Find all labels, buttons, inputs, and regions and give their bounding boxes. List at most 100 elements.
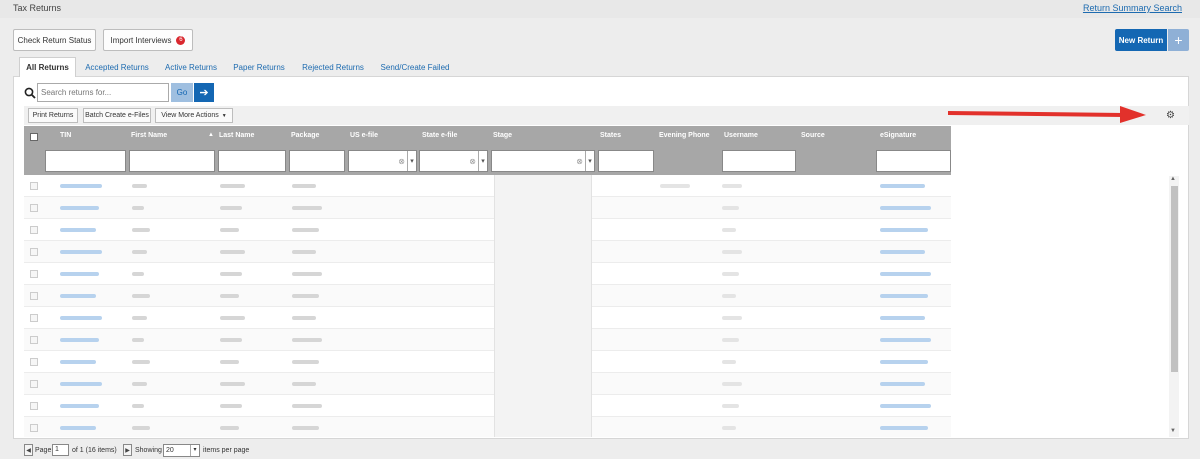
go-button[interactable]: Go bbox=[171, 83, 193, 102]
redacted-cell[interactable] bbox=[880, 206, 931, 210]
row-checkbox[interactable] bbox=[30, 402, 38, 410]
row-checkbox[interactable] bbox=[30, 292, 38, 300]
row-checkbox[interactable] bbox=[30, 314, 38, 322]
redacted-cell[interactable] bbox=[880, 272, 931, 276]
redacted-cell[interactable] bbox=[60, 294, 96, 298]
chevron-down-icon[interactable]: ▾ bbox=[407, 151, 416, 171]
return-summary-search-link[interactable]: Return Summary Search bbox=[1083, 3, 1182, 13]
state-efile-filter[interactable]: ⊗ ▾ bbox=[419, 150, 488, 172]
column-package[interactable]: Package bbox=[291, 132, 319, 139]
last-name-filter[interactable] bbox=[218, 150, 286, 172]
redacted-cell[interactable] bbox=[880, 338, 931, 342]
column-source[interactable]: Source bbox=[801, 132, 825, 139]
column-esignature[interactable]: eSignature bbox=[880, 132, 916, 139]
stage-filter[interactable]: ⊗ ▾ bbox=[491, 150, 595, 172]
tab-all-returns[interactable]: All Returns bbox=[19, 57, 76, 77]
row-checkbox[interactable] bbox=[30, 380, 38, 388]
row-checkbox[interactable] bbox=[30, 204, 38, 212]
tab-send-create-failed[interactable]: Send/Create Failed bbox=[375, 57, 455, 77]
import-interviews-button[interactable]: Import Interviews 6 bbox=[103, 29, 193, 51]
print-returns-button[interactable]: Print Returns bbox=[28, 108, 78, 123]
column-evening-phone[interactable]: Evening Phone bbox=[659, 132, 710, 139]
table-row[interactable] bbox=[24, 351, 951, 373]
redacted-cell[interactable] bbox=[880, 250, 925, 254]
states-filter[interactable] bbox=[598, 150, 654, 172]
table-row[interactable] bbox=[24, 373, 951, 395]
table-row[interactable] bbox=[24, 263, 951, 285]
page-number-input[interactable]: 1 bbox=[52, 444, 69, 456]
redacted-cell[interactable] bbox=[880, 228, 928, 232]
esignature-filter[interactable] bbox=[876, 150, 951, 172]
tin-filter[interactable] bbox=[45, 150, 126, 172]
scroll-up-icon[interactable]: ▲ bbox=[1170, 176, 1176, 182]
tab-paper-returns[interactable]: Paper Returns bbox=[229, 57, 289, 77]
select-all-checkbox[interactable] bbox=[30, 133, 38, 141]
row-checkbox[interactable] bbox=[30, 270, 38, 278]
clear-icon[interactable]: ⊗ bbox=[469, 157, 476, 166]
tab-accepted-returns[interactable]: Accepted Returns bbox=[81, 57, 153, 77]
redacted-cell[interactable] bbox=[880, 316, 925, 320]
package-filter[interactable] bbox=[289, 150, 345, 172]
table-row[interactable] bbox=[24, 395, 951, 417]
arrow-right-icon[interactable]: ➔ bbox=[194, 83, 214, 102]
row-checkbox[interactable] bbox=[30, 248, 38, 256]
clear-icon[interactable]: ⊗ bbox=[398, 157, 405, 166]
table-row[interactable] bbox=[24, 197, 951, 219]
redacted-cell[interactable] bbox=[880, 382, 925, 386]
new-return-plus-button[interactable]: + bbox=[1168, 29, 1189, 51]
previous-page-icon[interactable]: ◀ bbox=[24, 444, 33, 456]
row-checkbox[interactable] bbox=[30, 358, 38, 366]
next-page-icon[interactable]: ▶ bbox=[123, 444, 132, 456]
view-more-actions-button[interactable]: View More Actions ▼ bbox=[155, 108, 233, 123]
tab-rejected-returns[interactable]: Rejected Returns bbox=[297, 57, 369, 77]
redacted-cell[interactable] bbox=[60, 382, 102, 386]
redacted-cell[interactable] bbox=[880, 294, 928, 298]
table-row[interactable] bbox=[24, 175, 951, 197]
batch-create-efiles-button[interactable]: Batch Create e-Files bbox=[83, 108, 151, 123]
table-row[interactable] bbox=[24, 417, 951, 437]
redacted-cell[interactable] bbox=[60, 250, 102, 254]
column-first-name[interactable]: First Name bbox=[131, 132, 167, 139]
username-filter[interactable] bbox=[722, 150, 796, 172]
clear-icon[interactable]: ⊗ bbox=[576, 157, 583, 166]
table-row[interactable] bbox=[24, 285, 951, 307]
table-row[interactable] bbox=[24, 329, 951, 351]
column-stage[interactable]: Stage bbox=[493, 132, 512, 139]
redacted-cell[interactable] bbox=[880, 404, 931, 408]
page-size-select[interactable]: 20 ▾ bbox=[163, 444, 200, 457]
search-input[interactable] bbox=[37, 83, 169, 102]
redacted-cell[interactable] bbox=[880, 360, 928, 364]
column-states[interactable]: States bbox=[600, 132, 621, 139]
row-checkbox[interactable] bbox=[30, 226, 38, 234]
column-tin[interactable]: TIN bbox=[60, 132, 71, 139]
column-last-name[interactable]: Last Name bbox=[219, 132, 254, 139]
tab-active-returns[interactable]: Active Returns bbox=[160, 57, 222, 77]
first-name-filter[interactable] bbox=[129, 150, 215, 172]
check-return-status-button[interactable]: Check Return Status bbox=[13, 29, 96, 51]
redacted-cell[interactable] bbox=[60, 316, 102, 320]
new-return-button[interactable]: New Return bbox=[1115, 29, 1167, 51]
redacted-cell[interactable] bbox=[60, 206, 99, 210]
scroll-down-icon[interactable]: ▼ bbox=[1170, 428, 1176, 434]
redacted-cell[interactable] bbox=[60, 360, 96, 364]
redacted-cell[interactable] bbox=[60, 272, 99, 276]
gear-icon[interactable]: ⚙ bbox=[1166, 110, 1175, 121]
table-row[interactable] bbox=[24, 241, 951, 263]
column-state-efile[interactable]: State e-file bbox=[422, 132, 457, 139]
us-efile-filter[interactable]: ⊗ ▾ bbox=[348, 150, 417, 172]
redacted-cell[interactable] bbox=[60, 426, 96, 430]
redacted-cell[interactable] bbox=[880, 184, 925, 188]
table-row[interactable] bbox=[24, 219, 951, 241]
chevron-down-icon[interactable]: ▾ bbox=[190, 445, 199, 456]
redacted-cell[interactable] bbox=[60, 184, 102, 188]
redacted-cell[interactable] bbox=[60, 404, 99, 408]
row-checkbox[interactable] bbox=[30, 424, 38, 432]
redacted-cell[interactable] bbox=[880, 426, 928, 430]
table-row[interactable] bbox=[24, 307, 951, 329]
redacted-cell[interactable] bbox=[60, 228, 96, 232]
row-checkbox[interactable] bbox=[30, 336, 38, 344]
chevron-down-icon[interactable]: ▾ bbox=[478, 151, 487, 171]
chevron-down-icon[interactable]: ▾ bbox=[585, 151, 594, 171]
scrollbar-thumb[interactable] bbox=[1171, 186, 1178, 372]
column-us-efile[interactable]: US e-file bbox=[350, 132, 378, 139]
